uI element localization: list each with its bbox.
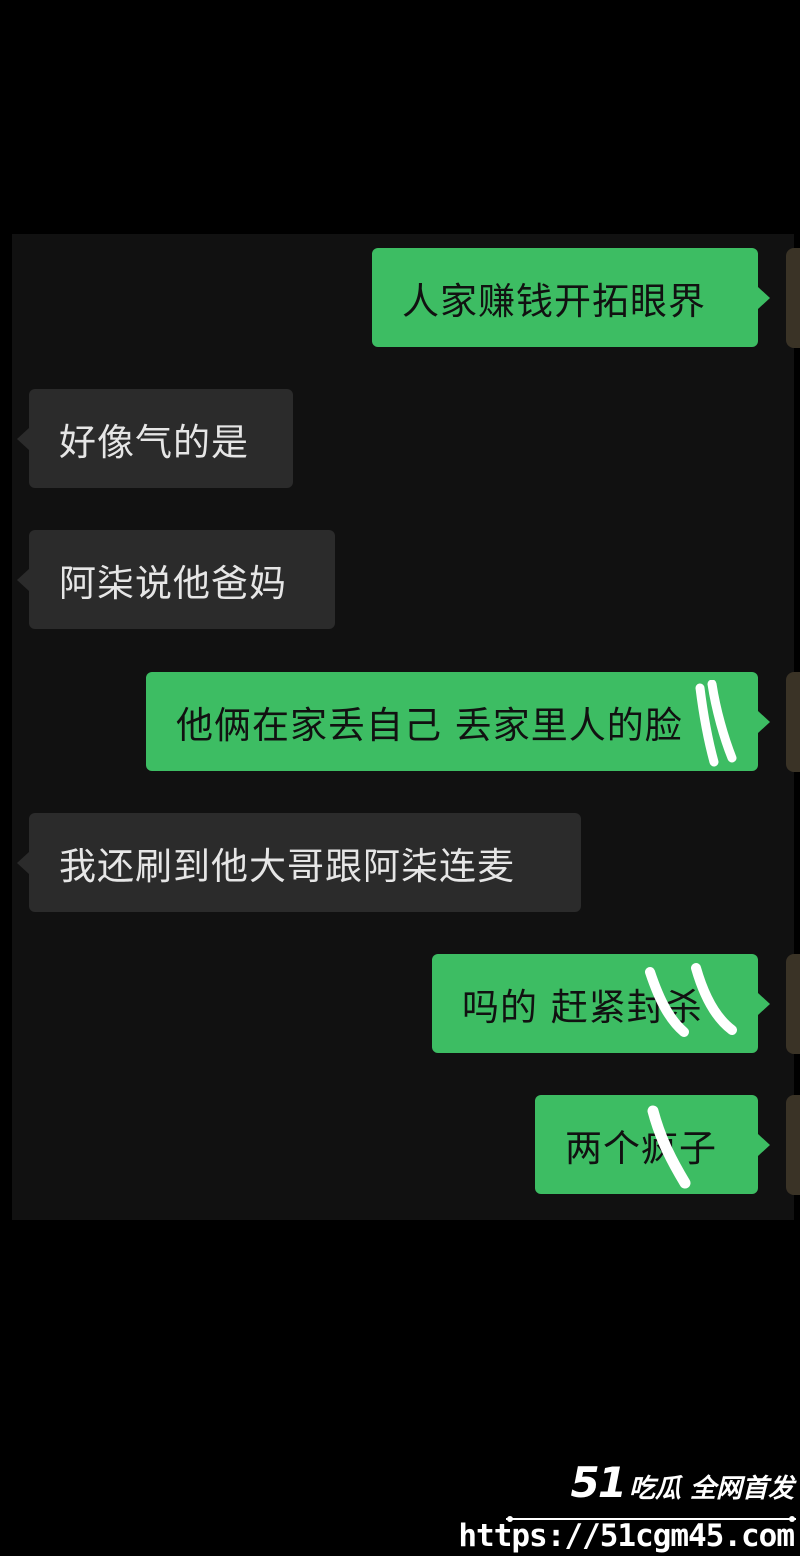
message-bubble-incoming[interactable]: 我还刷到他大哥跟阿柒连麦 (17, 813, 581, 912)
watermark-number: 51 (570, 1458, 626, 1507)
message-bubble-outgoing[interactable]: 两个疯子 (535, 1095, 770, 1194)
watermark-brand-text: 吃瓜 全网首发 (628, 1474, 794, 1504)
avatar[interactable] (786, 954, 800, 1054)
message-text: 我还刷到他大哥跟阿柒连麦 (59, 844, 515, 888)
message-bubble-incoming[interactable]: 阿柒说他爸妈 (17, 530, 335, 629)
avatar[interactable] (786, 672, 800, 772)
watermark-brand: 51 吃瓜 全网首发 (570, 1458, 794, 1507)
message-text: 吗的 赶紧封杀 (462, 985, 703, 1029)
watermark-url: https://51cgm45.com (458, 1518, 795, 1554)
message-bubble-outgoing[interactable]: 人家赚钱开拓眼界 (372, 248, 770, 347)
avatar[interactable] (786, 1095, 800, 1195)
avatar[interactable] (786, 248, 800, 348)
message-text: 阿柒说他爸妈 (59, 561, 287, 605)
watermark: 51 吃瓜 全网首发 https://51cgm45.com (458, 1456, 800, 1556)
message-bubble-outgoing[interactable]: 吗的 赶紧封杀 (432, 954, 770, 1053)
message-bubble-incoming[interactable]: 好像气的是 (17, 389, 293, 488)
message-bubble-outgoing[interactable]: 他俩在家丢自己 丢家里人的脸 (146, 672, 770, 771)
message-text: 两个疯子 (565, 1126, 717, 1170)
message-text: 人家赚钱开拓眼界 (402, 279, 706, 323)
message-text: 好像气的是 (59, 420, 249, 464)
message-text: 他俩在家丢自己 丢家里人的脸 (176, 703, 683, 747)
